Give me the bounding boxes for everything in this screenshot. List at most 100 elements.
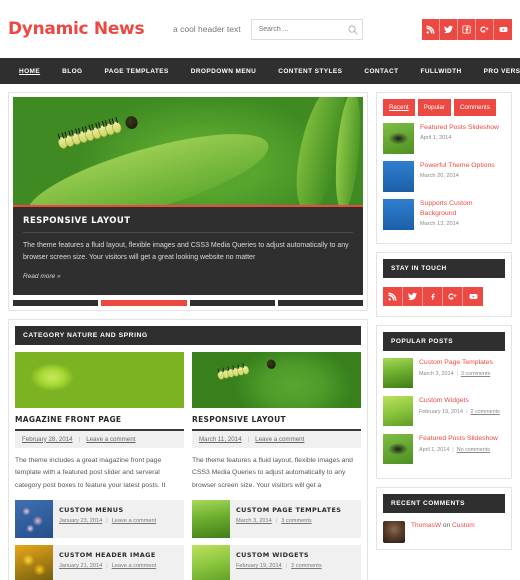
site-header: Dynamic News a cool header text — [0, 0, 520, 58]
search-input[interactable] — [250, 19, 363, 40]
list-item[interactable]: Powerful Theme Options March 20, 2014 — [383, 161, 505, 192]
post-comment-link[interactable]: Leave a comment — [86, 436, 135, 443]
post-title[interactable]: Featured Posts Slideshow — [420, 123, 499, 133]
post-date[interactable]: February 28, 2014 — [22, 436, 73, 443]
meta-separator: | — [466, 408, 468, 415]
small-post-column-right: CUSTOM PAGE TEMPLATES March 3, 2014 | 3 … — [192, 500, 361, 580]
nav-item-fullwidth[interactable]: FULLWIDTH — [409, 68, 472, 75]
post-title[interactable]: MAGAZINE FRONT PAGE — [15, 415, 184, 431]
post-title[interactable]: Supports Custom Background — [420, 199, 505, 219]
post-meta: March 11, 2014 | Leave a comment — [192, 430, 361, 448]
caterpillar-graphic — [56, 114, 140, 151]
post-thumbnail[interactable] — [192, 500, 230, 539]
post-date: February 19, 2014 — [419, 408, 464, 415]
nav-item-page-templates[interactable]: PAGE TEMPLATES — [94, 68, 180, 75]
post-comment-link[interactable]: No comments — [457, 447, 490, 453]
header-description: a cool header text — [173, 24, 241, 34]
tab-comments[interactable]: Comments — [453, 99, 496, 116]
slider-text: The theme features a fluid layout, flexi… — [23, 242, 349, 262]
post-thumbnail[interactable] — [383, 199, 414, 230]
nav-item-dropdown-menu[interactable]: DROPDOWN MENU — [180, 68, 268, 75]
post-thumbnail[interactable] — [383, 358, 413, 388]
list-item[interactable]: CUSTOM MENUS January 23, 2014 | Leave a … — [15, 500, 184, 539]
post-date[interactable]: January 23, 2014 — [59, 518, 102, 524]
nav-item-contact[interactable]: CONTACT — [353, 68, 409, 75]
main-navigation: HOME BLOG PAGE TEMPLATES DROPDOWN MENU C… — [0, 58, 520, 84]
post-thumbnail[interactable] — [383, 434, 413, 464]
list-item[interactable]: Custom Widgets February 19, 2014 | 2 com… — [383, 396, 505, 426]
post-comment-link[interactable]: 3 comments — [461, 371, 490, 377]
post-title[interactable]: Custom Widgets — [419, 396, 500, 406]
site-logo[interactable]: Dynamic News — [8, 19, 173, 39]
facebook-icon[interactable] — [458, 18, 476, 40]
rss-icon[interactable] — [383, 287, 403, 306]
post-date[interactable]: March 11, 2014 — [199, 436, 242, 443]
tab-recent[interactable]: Recent — [383, 99, 415, 116]
post-thumbnail[interactable] — [383, 161, 414, 192]
post-thumbnail[interactable] — [383, 123, 414, 154]
twitter-icon[interactable] — [403, 287, 423, 306]
slider-image[interactable] — [13, 97, 363, 205]
post-title[interactable]: RESPONSIVE LAYOUT — [192, 415, 361, 431]
facebook-icon[interactable] — [423, 287, 443, 306]
post-date[interactable]: February 19, 2014 — [236, 563, 282, 569]
post-thumbnail[interactable] — [15, 351, 184, 408]
post-title[interactable]: CUSTOM HEADER IMAGE — [59, 551, 156, 559]
post-date[interactable]: March 3, 2014 — [236, 518, 272, 524]
post-title[interactable]: CUSTOM WIDGETS — [236, 551, 322, 559]
widget-popular-posts: POPULAR POSTS Custom Page Templates Marc… — [376, 325, 512, 479]
comment-post-title[interactable]: Custom — [452, 522, 475, 529]
widget-title: STAY IN TOUCH — [383, 259, 505, 278]
youtube-icon[interactable] — [494, 18, 512, 40]
post-comment-link[interactable]: Leave a comment — [112, 518, 156, 524]
list-item[interactable]: CUSTOM WIDGETS February 19, 2014 | 2 com… — [192, 545, 361, 580]
post-title[interactable]: Featured Posts Slideshow — [419, 434, 498, 444]
post-title[interactable]: CUSTOM MENUS — [59, 506, 156, 514]
post-title[interactable]: Powerful Theme Options — [420, 161, 495, 171]
post-thumbnail[interactable] — [192, 545, 230, 580]
googleplus-icon[interactable] — [443, 287, 463, 306]
twitter-icon[interactable] — [440, 18, 458, 40]
slider-pager-4[interactable] — [277, 299, 363, 306]
post-thumbnail[interactable] — [383, 396, 413, 426]
page-body: RESPONSIVE LAYOUT The theme features a f… — [0, 84, 520, 580]
meta-separator: | — [78, 435, 81, 443]
post-title[interactable]: CUSTOM PAGE TEMPLATES — [236, 506, 341, 514]
list-item[interactable]: CUSTOM PAGE TEMPLATES March 3, 2014 | 3 … — [192, 500, 361, 539]
post-thumbnail[interactable] — [15, 500, 53, 539]
nav-item-blog[interactable]: BLOG — [51, 68, 93, 75]
widget-tabbed-posts: Recent Popular Comments Featured Posts S… — [376, 92, 512, 244]
list-item[interactable]: Featured Posts Slideshow April 1, 2014 |… — [383, 434, 505, 464]
search-icon[interactable] — [348, 23, 358, 35]
comment-author[interactable]: ThomasW — [411, 522, 441, 529]
slider-pager-1[interactable] — [13, 299, 99, 306]
list-item[interactable]: CUSTOM HEADER IMAGE January 21, 2014 | L… — [15, 545, 184, 580]
post-comment-link[interactable]: Leave a comment — [255, 436, 304, 443]
post-date[interactable]: January 21, 2014 — [59, 563, 102, 569]
slider-pager-2[interactable] — [101, 299, 187, 306]
youtube-icon[interactable] — [463, 287, 483, 306]
list-item[interactable]: Supports Custom Background March 13, 201… — [383, 199, 505, 230]
nav-item-pro-version[interactable]: PRO VERSION — [473, 68, 520, 75]
post-date: March 13, 2014 — [420, 221, 459, 228]
list-item[interactable]: Custom Page Templates March 3, 2014 | 3 … — [383, 358, 505, 388]
slider-pager-3[interactable] — [189, 299, 275, 306]
popular-posts-list: Custom Page Templates March 3, 2014 | 3 … — [383, 358, 505, 464]
nav-item-home[interactable]: HOME — [8, 68, 51, 75]
post-comment-link[interactable]: 2 comments — [470, 409, 499, 415]
post-thumbnail[interactable] — [15, 545, 53, 580]
post-meta: January 23, 2014 | Leave a comment — [59, 518, 156, 524]
list-item[interactable]: Featured Posts Slideshow April 1, 2014 — [383, 123, 505, 154]
post-title[interactable]: Custom Page Templates — [419, 358, 493, 368]
nav-item-content-styles[interactable]: CONTENT STYLES — [267, 68, 353, 75]
post-comment-link[interactable]: 3 comments — [281, 518, 311, 524]
googleplus-icon[interactable] — [476, 18, 494, 40]
post-thumbnail[interactable] — [192, 351, 361, 408]
tab-popular[interactable]: Popular — [417, 99, 451, 116]
sidebar: Recent Popular Comments Featured Posts S… — [376, 92, 512, 580]
post-comment-link[interactable]: Leave a comment — [112, 563, 156, 569]
post-comment-link[interactable]: 2 comments — [291, 563, 321, 569]
list-item[interactable]: ThomasW on Custom — [383, 521, 505, 543]
slider-read-more-link[interactable]: Read more » — [23, 273, 61, 280]
rss-icon[interactable] — [422, 18, 440, 40]
